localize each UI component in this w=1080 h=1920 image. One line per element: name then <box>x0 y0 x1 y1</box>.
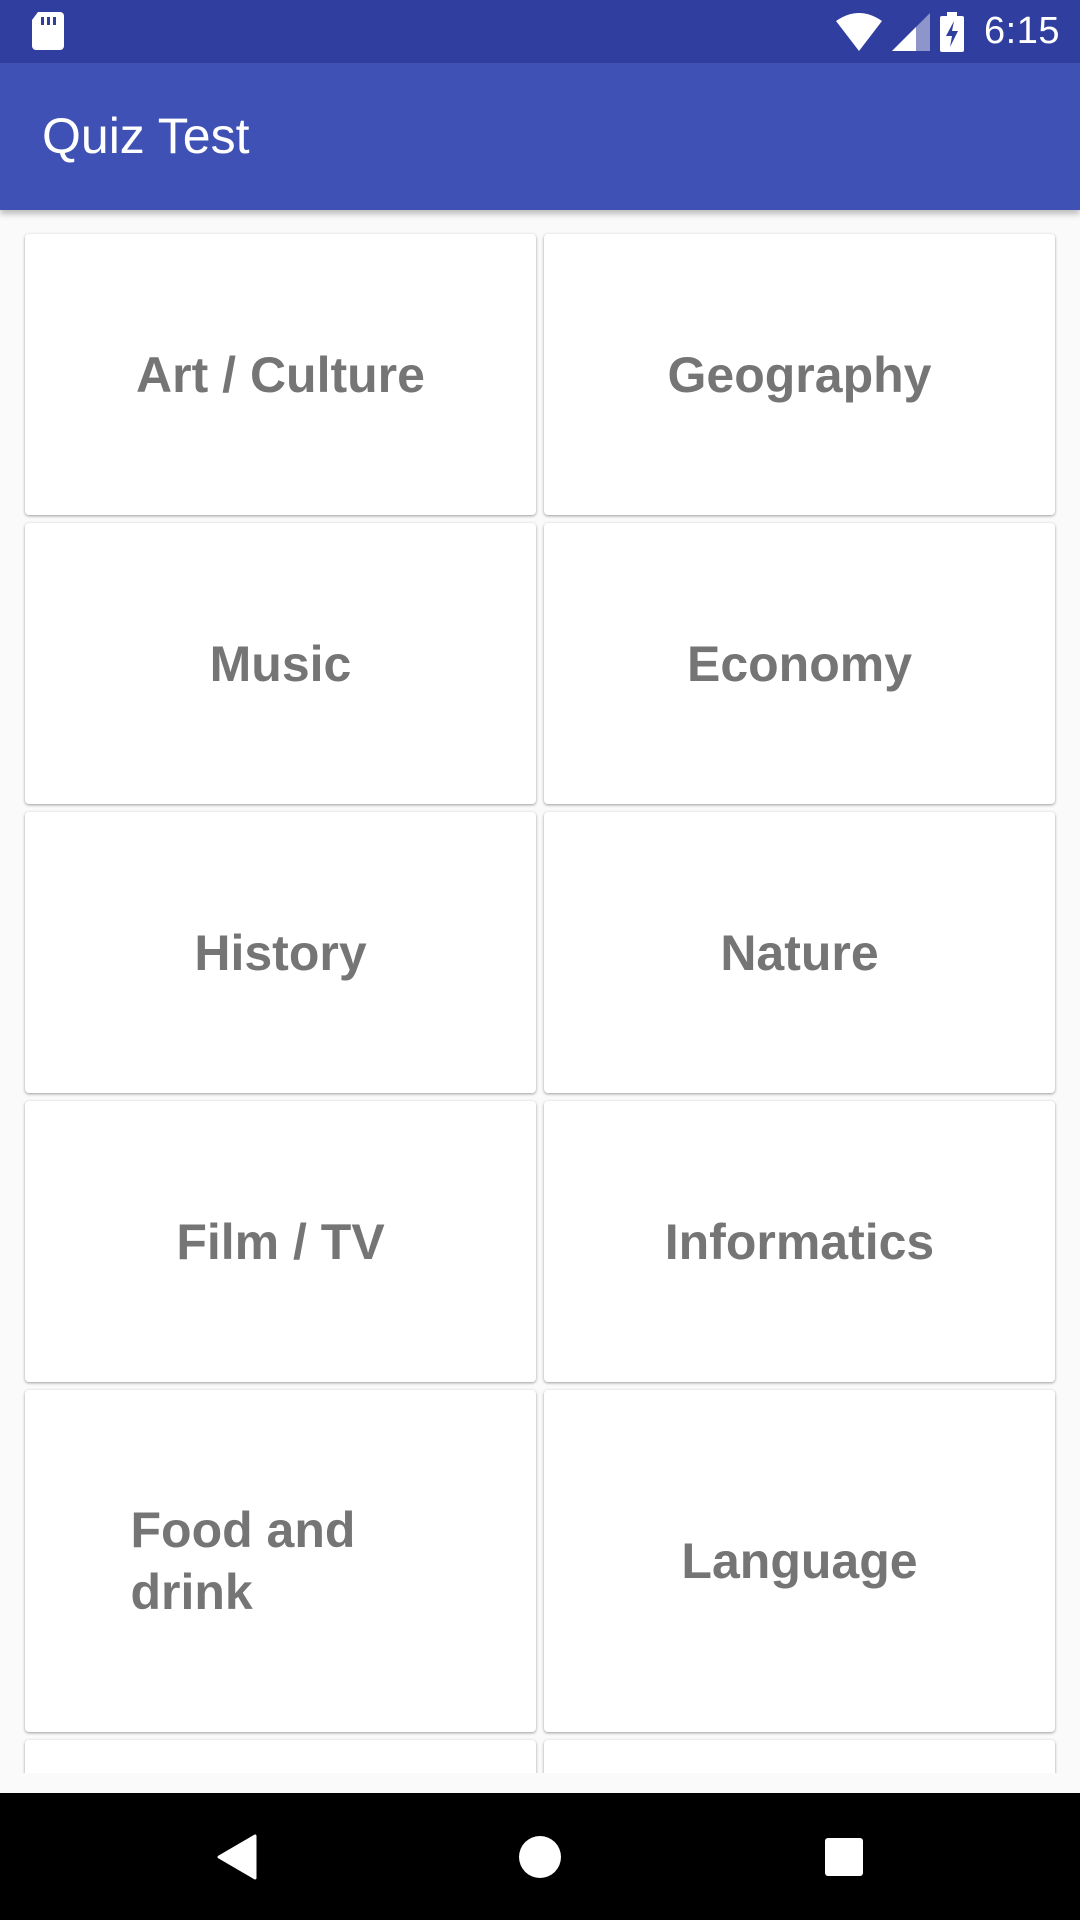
battery-charging-icon <box>940 11 965 52</box>
signal-icon <box>892 12 931 51</box>
category-grid: Art / Culture Geography Music Economy Hi… <box>25 234 1055 1773</box>
category-label: History <box>194 924 367 981</box>
recents-icon <box>825 1837 863 1876</box>
category-label: Art / Culture <box>136 346 425 403</box>
category-card-film-tv[interactable]: Film / TV <box>25 1101 536 1382</box>
status-bar: 6:15 <box>0 0 1080 63</box>
wifi-icon <box>836 12 883 51</box>
app-bar: Quiz Test <box>0 63 1080 210</box>
home-icon <box>519 1835 561 1878</box>
back-icon <box>217 1834 257 1879</box>
category-card-geography[interactable]: Geography <box>544 234 1055 515</box>
category-label: Nature <box>720 924 879 981</box>
back-button[interactable] <box>176 1793 296 1920</box>
category-label: Geography <box>667 346 932 403</box>
category-label: Informatics <box>664 1213 935 1270</box>
status-time: 6:15 <box>984 10 1060 52</box>
category-card-economy[interactable]: Economy <box>544 523 1055 804</box>
category-card-language[interactable]: Language <box>544 1390 1055 1732</box>
category-card-history[interactable]: History <box>25 812 536 1093</box>
recents-button[interactable] <box>784 1793 904 1920</box>
home-button[interactable] <box>480 1793 600 1920</box>
category-card-informatics[interactable]: Informatics <box>544 1101 1055 1382</box>
category-card-food-and-drink[interactable]: Food and drink <box>25 1390 536 1732</box>
navigation-bar <box>0 1793 1080 1920</box>
category-card-music[interactable]: Music <box>25 523 536 804</box>
category-label: Language <box>681 1533 918 1589</box>
sd-card-icon <box>32 12 64 50</box>
category-label: Film / TV <box>176 1213 385 1270</box>
category-card-partial[interactable] <box>544 1740 1055 1773</box>
category-card-art-culture[interactable]: Art / Culture <box>25 234 536 515</box>
category-card-nature[interactable]: Nature <box>544 812 1055 1093</box>
category-label: Music <box>209 635 352 692</box>
category-label: Food and drink <box>130 1502 356 1620</box>
category-card-partial[interactable] <box>25 1740 536 1773</box>
category-list[interactable]: Art / Culture Geography Music Economy Hi… <box>0 210 1080 1773</box>
page-title: Quiz Test <box>42 108 250 164</box>
category-label: Economy <box>686 635 913 692</box>
